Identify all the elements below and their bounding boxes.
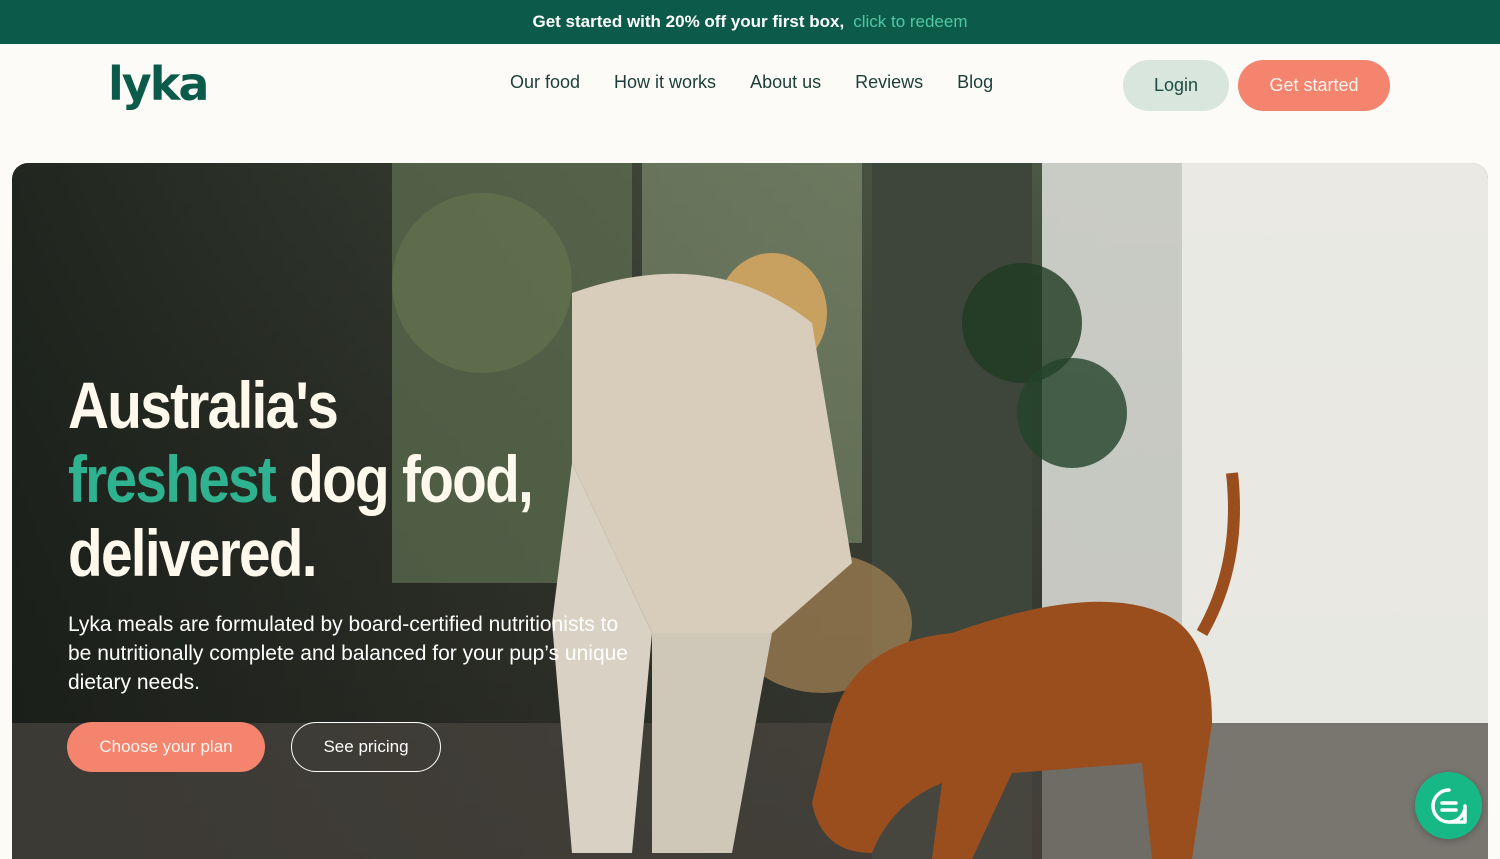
chat-widget-button[interactable] xyxy=(1415,772,1482,839)
nav-about-us[interactable]: About us xyxy=(750,72,821,93)
site-header: lyka Our food How it works About us Revi… xyxy=(0,44,1500,134)
headline-line-2-rest: dog food, xyxy=(275,442,534,516)
headline-accent: freshest xyxy=(68,442,277,516)
promo-redeem-link[interactable]: click to redeem xyxy=(853,12,967,32)
nav-reviews[interactable]: Reviews xyxy=(855,72,923,93)
nav-how-it-works[interactable]: How it works xyxy=(614,72,716,93)
lyka-logo[interactable]: lyka xyxy=(108,54,209,114)
hero-subtext: Lyka meals are formulated by board-certi… xyxy=(68,613,628,694)
main-nav: Our food How it works About us Reviews B… xyxy=(510,72,993,93)
nav-our-food[interactable]: Our food xyxy=(510,72,580,93)
nav-blog[interactable]: Blog xyxy=(957,72,993,93)
hero-section: Australia's freshest dog food, delivered… xyxy=(12,163,1488,859)
get-started-button[interactable]: Get started xyxy=(1238,60,1390,111)
headline-line-3: delivered. xyxy=(68,516,318,590)
headline-line-2: freshest dog food, xyxy=(68,442,534,516)
promo-text: Get started with 20% off your first box, xyxy=(532,12,845,31)
headline-line-1: Australia's xyxy=(68,368,339,442)
chat-bubble-icon xyxy=(1430,787,1467,824)
promo-banner: Get started with 20% off your first box,… xyxy=(0,0,1500,44)
login-button[interactable]: Login xyxy=(1123,60,1229,111)
see-pricing-button[interactable]: See pricing xyxy=(291,722,441,772)
hero-headline: Australia's freshest dog food, delivered… xyxy=(68,368,534,590)
choose-plan-button[interactable]: Choose your plan xyxy=(67,722,265,772)
